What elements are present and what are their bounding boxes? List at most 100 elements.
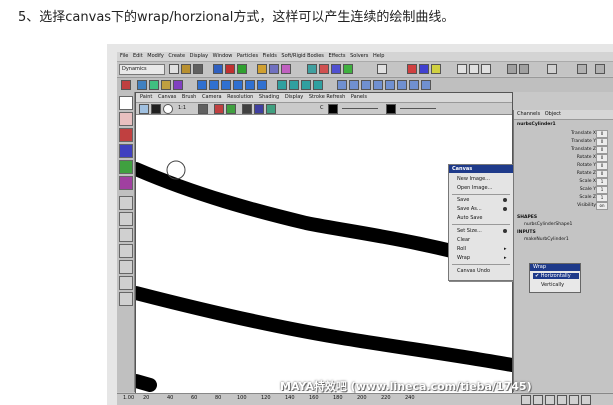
shelf-tab-icon[interactable] bbox=[121, 80, 131, 90]
layout-single-icon[interactable] bbox=[457, 64, 467, 74]
shelf-stitch-icon[interactable] bbox=[421, 80, 431, 90]
step-forward-icon[interactable] bbox=[569, 395, 579, 405]
paint-menu-panels[interactable]: Panels bbox=[351, 93, 367, 102]
attr-row[interactable]: Visibility on bbox=[518, 202, 610, 210]
ipr-render-icon[interactable] bbox=[331, 64, 341, 74]
menu-set-size[interactable]: Set Size... bbox=[457, 228, 482, 234]
paint-menu-display[interactable]: Display bbox=[285, 93, 303, 102]
lasso-tool-icon[interactable] bbox=[119, 112, 133, 126]
tile-icon[interactable] bbox=[266, 104, 276, 114]
hypershade-layout-icon[interactable] bbox=[119, 260, 133, 274]
shelf-fillet-icon[interactable] bbox=[409, 80, 419, 90]
menu-display[interactable]: Display bbox=[190, 52, 208, 61]
menu-open-image[interactable]: Open Image... bbox=[457, 185, 492, 191]
paint-menu-stroke-refresh[interactable]: Stroke Refresh bbox=[309, 93, 345, 102]
shelf-loft-icon[interactable] bbox=[277, 80, 287, 90]
alpha-slider[interactable] bbox=[400, 108, 436, 109]
menu-fields[interactable]: Fields bbox=[263, 52, 277, 61]
four-view-icon[interactable] bbox=[119, 212, 133, 226]
opacity-slider[interactable] bbox=[342, 108, 378, 109]
rotate-tool-icon[interactable] bbox=[119, 144, 133, 158]
attr-row[interactable]: Scale Z1 bbox=[518, 194, 610, 202]
shelf-sphere-icon[interactable] bbox=[197, 80, 207, 90]
menu-solvers[interactable]: Solvers bbox=[350, 52, 368, 61]
shelf-planar-icon[interactable] bbox=[313, 80, 323, 90]
attr-row[interactable]: Rotate Z0 bbox=[518, 170, 610, 178]
shelf-attach-icon[interactable] bbox=[361, 80, 371, 90]
shelf-surface-icon[interactable] bbox=[149, 80, 159, 90]
menu-edit[interactable]: Edit bbox=[133, 52, 143, 61]
redraw-icon[interactable] bbox=[214, 104, 224, 114]
attr-row[interactable]: Rotate Y0 bbox=[518, 162, 610, 170]
shelf-bevel-icon[interactable] bbox=[337, 80, 347, 90]
attr-row[interactable]: Translate X0 bbox=[518, 130, 610, 138]
menu-wrap[interactable]: Wrap bbox=[457, 255, 470, 261]
menu-effects[interactable]: Effects bbox=[329, 52, 346, 61]
menu-modify[interactable]: Modify bbox=[147, 52, 164, 61]
play-forward-icon[interactable] bbox=[557, 395, 567, 405]
persp-outliner-icon[interactable] bbox=[119, 228, 133, 242]
render-settings-icon[interactable] bbox=[343, 64, 353, 74]
tab-channels[interactable]: Channels bbox=[517, 110, 540, 119]
layout-side-icon[interactable] bbox=[481, 64, 491, 74]
attr-row[interactable]: Translate Y0 bbox=[518, 138, 610, 146]
ratio-label[interactable]: 1:1 bbox=[178, 105, 186, 111]
menu-canvas-undo[interactable]: Canvas Undo bbox=[457, 268, 490, 274]
shelf-cylinder-icon[interactable] bbox=[221, 80, 231, 90]
custom-layout-icon[interactable] bbox=[119, 276, 133, 290]
select-object-icon[interactable] bbox=[225, 64, 235, 74]
option-box-icon[interactable] bbox=[503, 229, 507, 233]
undo-icon[interactable] bbox=[254, 104, 264, 114]
shape-name[interactable]: nurbsCylinderShape1 bbox=[524, 222, 572, 227]
step-back-icon[interactable] bbox=[533, 395, 543, 405]
shelf-torus-icon[interactable] bbox=[257, 80, 267, 90]
color-swatch-icon[interactable] bbox=[151, 104, 161, 114]
move-tool-icon[interactable] bbox=[119, 128, 133, 142]
input-name[interactable]: makeNurbCylinder1 bbox=[524, 237, 569, 242]
menu-auto-save[interactable]: Auto Save bbox=[457, 215, 482, 221]
show-tool-settings-icon[interactable] bbox=[419, 64, 429, 74]
menu-save-as[interactable]: Save As... bbox=[457, 206, 482, 212]
wrap-vertically[interactable]: Vertically bbox=[533, 282, 564, 288]
paint-menu-canvas[interactable]: Canvas bbox=[158, 93, 176, 102]
show-attribute-editor-icon[interactable] bbox=[407, 64, 417, 74]
menu-particles[interactable]: Particles bbox=[237, 52, 258, 61]
shelf-plane-icon[interactable] bbox=[245, 80, 255, 90]
menu-save[interactable]: Save bbox=[457, 197, 469, 203]
layout-expand-icon[interactable] bbox=[119, 292, 133, 306]
select-hierarchy-icon[interactable] bbox=[213, 64, 223, 74]
shelf-revolve-icon[interactable] bbox=[289, 80, 299, 90]
snapshot-icon[interactable] bbox=[242, 104, 252, 114]
input-line-icon[interactable] bbox=[377, 64, 387, 74]
graph-editor-icon[interactable] bbox=[519, 64, 529, 74]
select-component-icon[interactable] bbox=[237, 64, 247, 74]
paint-menu-camera[interactable]: Camera bbox=[202, 93, 222, 102]
go-to-start-icon[interactable] bbox=[521, 395, 531, 405]
snap-grid-icon[interactable] bbox=[257, 64, 267, 74]
option-box-icon[interactable] bbox=[503, 207, 507, 211]
shelf-trim-icon[interactable] bbox=[349, 80, 359, 90]
show-channel-box-icon[interactable] bbox=[431, 64, 441, 74]
paint-menu-shading[interactable]: Shading bbox=[259, 93, 279, 102]
snap-curve-icon[interactable] bbox=[269, 64, 279, 74]
render-icon[interactable] bbox=[319, 64, 329, 74]
menu-new-image[interactable]: New Image... bbox=[457, 176, 490, 182]
shelf-cube-icon[interactable] bbox=[209, 80, 219, 90]
circle-brush-icon[interactable] bbox=[163, 104, 173, 114]
wireframe-icon[interactable] bbox=[226, 104, 236, 114]
wrap-horizontally[interactable]: ✔ Horizontally bbox=[533, 273, 579, 279]
mode-dropdown[interactable]: Dynamics bbox=[119, 64, 165, 75]
brush-icon[interactable] bbox=[139, 104, 149, 114]
shelf-cone-icon[interactable] bbox=[233, 80, 243, 90]
single-perspective-icon[interactable] bbox=[119, 196, 133, 210]
select-set-icon[interactable] bbox=[547, 64, 557, 74]
manipulator-tool-icon[interactable] bbox=[119, 176, 133, 190]
shelf-curve-icon[interactable] bbox=[137, 80, 147, 90]
menu-file[interactable]: File bbox=[120, 52, 128, 61]
menu-create[interactable]: Create bbox=[168, 52, 185, 61]
open-scene-icon[interactable] bbox=[181, 64, 191, 74]
layout-four-icon[interactable] bbox=[469, 64, 479, 74]
paint-menu-resolution[interactable]: Resolution bbox=[227, 93, 253, 102]
option-box-icon[interactable] bbox=[503, 198, 507, 202]
scale-tool-icon[interactable] bbox=[119, 160, 133, 174]
